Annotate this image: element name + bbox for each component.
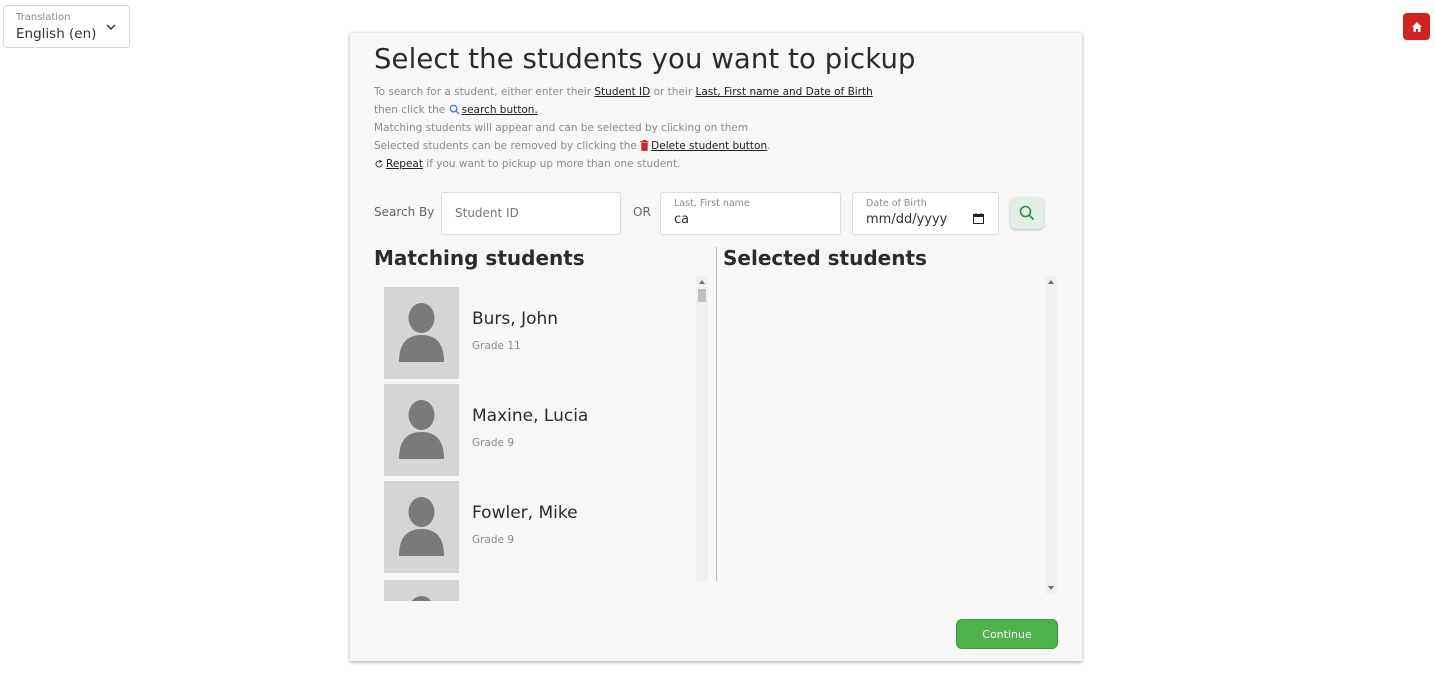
student-card[interactable]: Burs, John Grade 11 (384, 287, 694, 379)
scrollbar-thumb[interactable] (698, 289, 706, 302)
trash-icon (640, 140, 649, 151)
name-input-value: ca (674, 212, 690, 227)
student-grade: Grade 9 (472, 534, 515, 546)
home-icon (1411, 21, 1422, 32)
selected-list-scrollbar[interactable] (1045, 276, 1057, 594)
name-input[interactable]: Last, First name ca (660, 192, 841, 235)
person-icon (399, 497, 444, 556)
student-id-placeholder: Student ID (455, 206, 519, 220)
student-name: Burs, John (472, 309, 559, 329)
search-icon (449, 104, 460, 115)
search-by-label: Search By (374, 205, 435, 219)
student-name: Maxine, Lucia (472, 406, 589, 426)
student-id-input[interactable]: Student ID (441, 192, 621, 235)
dob-input[interactable]: Date of Birth mm/dd/yyyy (852, 192, 999, 235)
translation-label: Translation (16, 12, 71, 23)
instruction-text: . (767, 140, 771, 152)
instruction-line-1: To search for a student, either enter th… (374, 85, 873, 99)
avatar (384, 287, 459, 379)
instruction-line-2: then click the search button. (374, 103, 538, 117)
search-button[interactable] (1010, 197, 1044, 229)
instruction-text: Selected students can be removed by clic… (374, 140, 641, 152)
instruction-line-3: Matching students will appear and can be… (374, 122, 749, 134)
name-dob-link[interactable]: Last, First name and Date of Birth (695, 86, 872, 98)
name-input-label: Last, First name (674, 198, 750, 209)
pickup-card: Select the students you want to pickup T… (350, 33, 1082, 661)
selected-students-title: Selected students (723, 246, 927, 270)
continue-button[interactable]: Continue (956, 619, 1058, 649)
delete-student-link[interactable]: Delete student button (651, 140, 767, 152)
matching-students-title: Matching students (374, 246, 585, 270)
student-card[interactable]: Maxine, Lucia Grade 9 (384, 384, 694, 476)
or-label: OR (633, 205, 651, 219)
home-button[interactable] (1403, 13, 1430, 40)
avatar (384, 481, 459, 573)
instruction-text: if you want to pickup up more than one s… (422, 158, 681, 170)
calendar-icon[interactable] (973, 213, 984, 224)
student-card-partial[interactable] (384, 580, 694, 601)
dob-input-label: Date of Birth (866, 198, 927, 209)
repeat-icon (375, 159, 383, 168)
matching-list-scrollbar[interactable] (696, 276, 708, 582)
student-grade: Grade 11 (472, 340, 521, 352)
scroll-up-icon[interactable] (699, 280, 705, 284)
translation-select[interactable]: Translation English (en) (3, 5, 130, 48)
instruction-text: To search for a student, either enter th… (374, 86, 595, 98)
instruction-line-4: Selected students can be removed by clic… (374, 139, 770, 153)
scroll-up-icon[interactable] (1048, 280, 1054, 284)
instruction-text: then click the (374, 104, 449, 116)
chevron-down-icon (106, 24, 116, 31)
person-icon (399, 303, 444, 362)
search-icon (1019, 205, 1035, 221)
student-card[interactable]: Fowler, Mike Grade 9 (384, 481, 694, 573)
student-id-link[interactable]: Student ID (594, 86, 650, 98)
instruction-line-5: Repeat if you want to pickup up more tha… (374, 157, 680, 171)
instruction-text: or their (650, 86, 696, 98)
translation-value: English (en) (16, 26, 97, 42)
scroll-down-icon[interactable] (1048, 586, 1054, 590)
matching-students-list: Burs, John Grade 11 Maxine, Lucia Grade … (384, 287, 694, 601)
search-button-link[interactable]: search button. (462, 104, 538, 116)
student-grade: Grade 9 (472, 437, 515, 449)
avatar (384, 384, 459, 476)
avatar (384, 580, 459, 601)
dob-input-value: mm/dd/yyyy (866, 212, 948, 227)
person-icon (411, 596, 432, 601)
repeat-link[interactable]: Repeat (386, 158, 423, 170)
student-name: Fowler, Mike (472, 503, 578, 523)
column-divider (716, 247, 717, 581)
person-icon (399, 400, 444, 459)
page-title: Select the students you want to pickup (374, 43, 916, 75)
